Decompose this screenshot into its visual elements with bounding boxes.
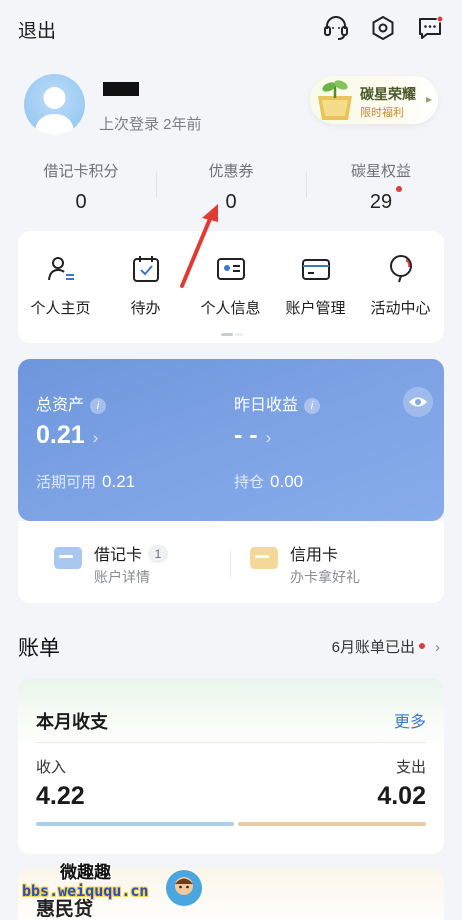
quick-action-activity-center[interactable]: 活动中心 (358, 253, 443, 318)
divider (230, 551, 231, 577)
holdings: 持仓 0.00 (234, 472, 304, 491)
top-bar: 退出 (0, 0, 462, 58)
more-link[interactable]: 更多 (394, 708, 426, 732)
notification-dot (419, 643, 425, 649)
page-indicator (221, 333, 243, 336)
message-icon[interactable] (416, 14, 444, 42)
quick-action-label: 待办 (130, 300, 161, 317)
available-balance: 活期可用 0.21 (36, 472, 136, 491)
cards-row: 借记卡 1 账户详情 信用卡 办卡拿好礼 (18, 521, 444, 603)
debit-card-title: 借记卡 1 (94, 541, 169, 565)
avatar-person-icon (34, 87, 75, 135)
bill-header: 账单 6月账单已出 › (0, 622, 462, 662)
quick-action-personal-home[interactable]: 个人主页 (18, 253, 103, 318)
credit-card-title: 信用卡 (290, 547, 339, 564)
debit-card-icon (54, 547, 82, 569)
badge-title: 碳星荣耀 (360, 86, 416, 102)
eye-icon[interactable] (403, 387, 433, 417)
income-label: 收入 (36, 759, 67, 776)
quick-action-label: 活动中心 (370, 300, 431, 317)
headset-icon[interactable] (322, 14, 350, 42)
chevron-right-icon: › (265, 428, 272, 447)
monthly-summary-card: 本月收支 更多 收入 支出 4.22 4.02 (18, 678, 444, 854)
total-assets-value[interactable]: 0.21 › (36, 421, 98, 450)
card-icon (301, 259, 330, 280)
last-login-text: 上次登录 2年前 (99, 116, 202, 133)
tanxing-glory-badge[interactable]: 碳星荣耀 限时福利 ▸ (310, 76, 438, 124)
chevron-right-icon: › (92, 428, 99, 447)
yesterday-earnings-value[interactable]: - - › (234, 421, 271, 450)
total-assets-label: 总资产 i (36, 391, 107, 415)
notification-dot (396, 186, 402, 192)
info-icon[interactable]: i (90, 398, 107, 414)
quick-action-label: 账户管理 (285, 300, 346, 317)
watermark-title: 微趣趣 (60, 863, 111, 882)
expense-bar (238, 822, 426, 826)
stat-label: 碳星权益 (350, 163, 411, 180)
credit-card-icon (250, 547, 278, 569)
info-icon[interactable]: i (304, 398, 321, 414)
income-value: 4.22 (36, 782, 85, 810)
debit-card-count: 1 (148, 545, 169, 563)
stat-value: 29 (369, 191, 393, 213)
bill-title: 账单 (18, 637, 60, 660)
debit-card-entry[interactable]: 借记卡 1 账户详情 (54, 539, 224, 589)
settings-icon[interactable] (369, 14, 397, 42)
quick-action-account-management[interactable]: 账户管理 (273, 253, 358, 318)
chevron-right-icon: ▸ (425, 92, 432, 106)
quick-actions-card: 个人主页 待办 个人信息 账户管理 活动中心 (18, 231, 444, 343)
assets-card[interactable]: 总资产 i 0.21 › 昨日收益 i - - › 活期可用 0.21 持仓 0.00 (18, 359, 444, 521)
watermark-url: bbs.weiququ.cn (22, 882, 149, 900)
credit-card-entry[interactable]: 信用卡 办卡拿好礼 (250, 539, 420, 589)
person-list-icon (47, 257, 74, 281)
calendar-check-icon (132, 256, 159, 282)
credit-card-subtitle: 办卡拿好礼 (290, 569, 360, 585)
expense-value: 4.02 (377, 782, 426, 810)
plant-trophy-icon (318, 80, 352, 120)
stats-row: 借记卡积分 0 优惠券 0 碳星权益 29 (0, 152, 462, 222)
stat-tanxing-rights[interactable]: 碳星权益 29 (306, 152, 456, 214)
annotation-arrow-icon (180, 204, 218, 288)
stat-debit-points[interactable]: 借记卡积分 0 (6, 152, 156, 214)
monthly-title: 本月收支 (36, 712, 108, 732)
watermark: 微趣趣 bbs.weiququ.cn (22, 856, 202, 908)
bill-notice-link[interactable]: 6月账单已出 › (332, 636, 440, 657)
expense-label: 支出 (395, 759, 426, 776)
quick-action-label: 个人主页 (30, 300, 91, 317)
divider (36, 742, 426, 743)
stat-label: 借记卡积分 (43, 163, 119, 180)
profile-section: 上次登录 2年前 碳星荣耀 限时福利 ▸ (0, 60, 462, 150)
watermark-mascot-icon (166, 870, 202, 906)
debit-card-subtitle: 账户详情 (94, 569, 150, 585)
badge-subtitle: 限时福利 (360, 107, 404, 119)
stat-value: 0 (75, 191, 87, 213)
income-bar (36, 822, 234, 826)
stat-label: 优惠券 (208, 163, 254, 180)
balloon-icon (389, 254, 412, 283)
yesterday-earnings-label: 昨日收益 i (234, 391, 321, 415)
logout-button[interactable]: 退出 (18, 16, 56, 43)
user-name-redacted (103, 82, 139, 96)
quick-action-label: 个人信息 (200, 300, 261, 317)
avatar[interactable] (24, 74, 85, 135)
chevron-right-icon: › (435, 639, 440, 656)
